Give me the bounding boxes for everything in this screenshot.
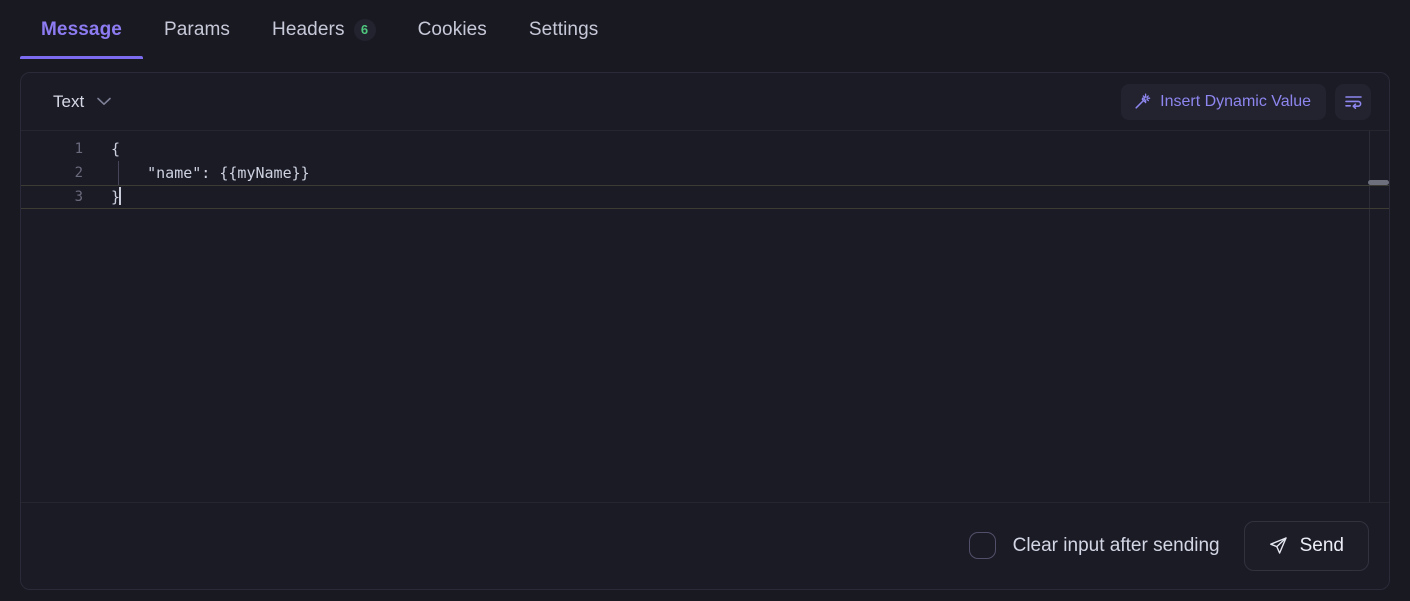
send-icon (1269, 536, 1288, 555)
editor-toolbar: Text Insert Dynamic Value (21, 73, 1389, 131)
body-type-select[interactable]: Text (53, 92, 111, 112)
code-line-active[interactable]: 3 } (21, 185, 1389, 209)
line-number: 2 (74, 165, 83, 181)
word-wrap-icon (1344, 94, 1363, 109)
toggle-word-wrap-button[interactable] (1335, 83, 1371, 120)
code-line[interactable]: 1 { (21, 137, 1389, 161)
line-number: 3 (74, 189, 83, 205)
request-tab-bar: Message Params Headers 6 Cookies Setting… (0, 0, 1410, 59)
code-editor[interactable]: 1 { 2 "name": {{myName}} 3 } (21, 131, 1389, 502)
tab-params[interactable]: Params (143, 0, 251, 59)
magic-wand-icon (1134, 93, 1151, 110)
toolbar-actions: Insert Dynamic Value (1121, 83, 1371, 120)
code-lines: 1 { 2 "name": {{myName}} 3 } (21, 131, 1389, 209)
chevron-down-icon (97, 97, 111, 106)
tab-label: Message (41, 18, 122, 40)
headers-count-badge: 6 (353, 18, 376, 41)
message-body-panel: Text Insert Dynamic Value 1 {2 "name": … (20, 72, 1390, 590)
tab-message[interactable]: Message (20, 0, 143, 59)
send-button[interactable]: Send (1243, 520, 1369, 571)
clear-input-after-sending-option[interactable]: Clear input after sending (968, 532, 1220, 559)
tab-label: Headers (272, 18, 345, 40)
insert-dynamic-value-label: Insert Dynamic Value (1160, 92, 1311, 110)
active-tab-indicator (20, 56, 143, 59)
clear-input-checkbox[interactable] (968, 532, 996, 559)
send-label: Send (1299, 534, 1344, 556)
code-line[interactable]: 2 "name": {{myName}} (21, 161, 1389, 185)
tab-settings[interactable]: Settings (508, 0, 619, 59)
line-content: } (111, 185, 1389, 209)
tab-label: Settings (528, 18, 599, 40)
tab-label: Cookies (417, 18, 487, 40)
line-content: "name": {{myName}} (111, 164, 310, 182)
body-type-value: Text (53, 91, 85, 111)
insert-dynamic-value-button[interactable]: Insert Dynamic Value (1121, 83, 1326, 120)
tab-label: Params (163, 18, 231, 40)
request-editor-pane: Message Params Headers 6 Cookies Setting… (0, 0, 1410, 601)
text-cursor (119, 187, 122, 205)
line-number: 1 (74, 141, 83, 157)
tab-cookies[interactable]: Cookies (397, 0, 508, 59)
editor-footer: Clear input after sending Send (21, 502, 1389, 588)
clear-input-label: Clear input after sending (1012, 534, 1220, 556)
line-content: { (111, 140, 121, 158)
tab-headers[interactable]: Headers 6 (251, 0, 397, 59)
